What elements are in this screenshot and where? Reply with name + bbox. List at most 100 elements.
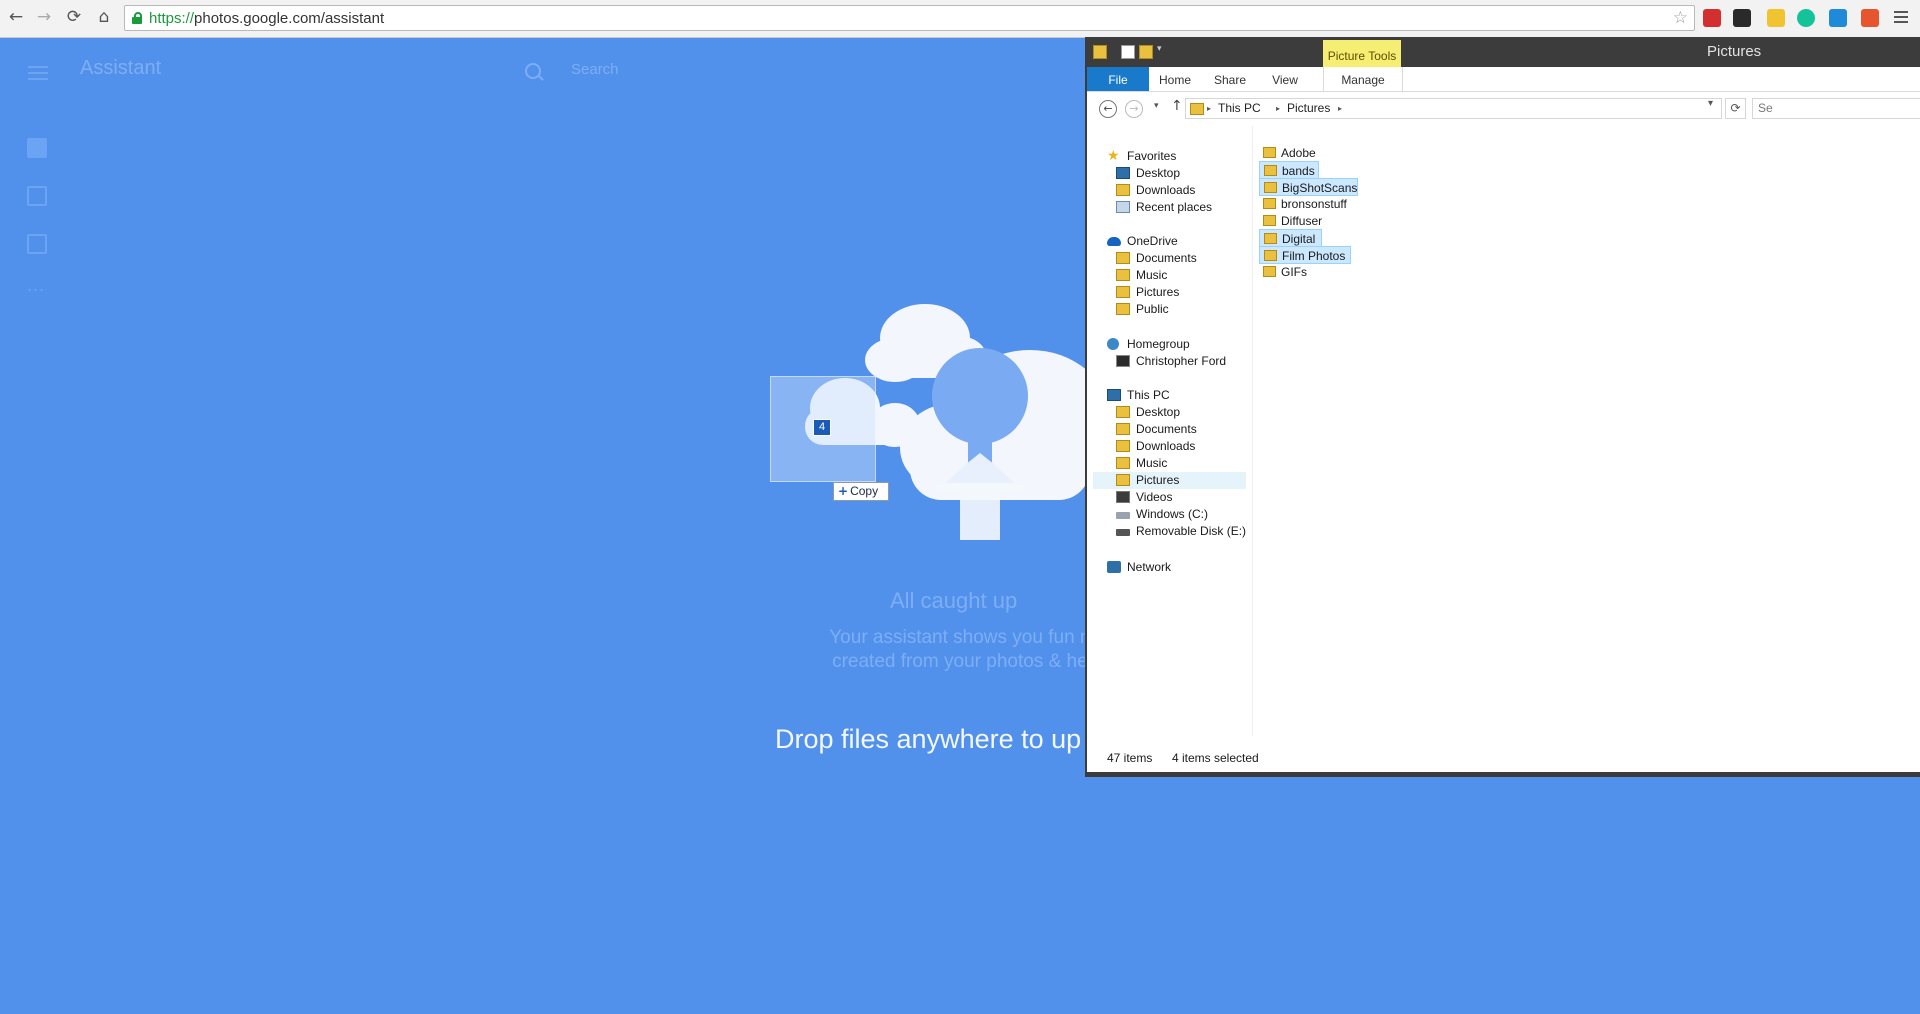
albums-icon[interactable]	[27, 234, 47, 254]
stop-extension-icon[interactable]	[1703, 9, 1721, 27]
bookmark-extension-icon[interactable]	[1767, 9, 1785, 27]
tab-home[interactable]: Home	[1149, 67, 1201, 91]
folder-item-adobe[interactable]: Adobe	[1259, 144, 1329, 162]
chevron-right-icon[interactable]: ▸	[1276, 99, 1280, 118]
picture-tools-context-tab: Picture Tools	[1323, 40, 1401, 67]
folder-item-film-photos[interactable]: Film Photos	[1259, 246, 1351, 264]
browser-toolbar: ← → ⟳ ⌂ https://photos.google.com/assist…	[0, 0, 1920, 38]
onedrive-cloud-icon	[1107, 237, 1121, 246]
page-title: Assistant	[80, 57, 162, 79]
recent-places-icon	[1116, 201, 1130, 213]
explorer-search-input[interactable]: Se	[1752, 98, 1920, 119]
chevron-right-icon[interactable]: ▸	[1207, 99, 1211, 118]
folder-icon	[1264, 233, 1277, 244]
breadcrumb-this-pc[interactable]: This PC	[1218, 99, 1261, 118]
computer-icon	[1107, 389, 1121, 401]
new-folder-icon[interactable]	[1139, 45, 1153, 59]
folder-icon	[1263, 266, 1276, 277]
tab-share[interactable]: Share	[1201, 67, 1259, 91]
breadcrumb-pictures[interactable]: Pictures	[1287, 99, 1330, 118]
homegroup-icon	[1107, 338, 1119, 350]
lock-icon	[132, 12, 142, 24]
folder-item-gifs[interactable]: GIFs	[1259, 263, 1319, 281]
downloads-folder-icon	[1116, 440, 1130, 452]
desktop-icon	[1116, 167, 1130, 179]
videos-folder-icon	[1116, 491, 1130, 503]
network-icon	[1107, 561, 1121, 573]
navigation-pane: ★ Favorites Desktop Downloads Recent plac…	[1087, 126, 1253, 736]
folder-icon	[1263, 198, 1276, 209]
more-icon[interactable]: ...	[27, 276, 47, 300]
selected-count: 4 items selected	[1172, 751, 1259, 765]
address-bar[interactable]: https://photos.google.com/assistant ☆	[124, 5, 1695, 31]
explorer-titlebar[interactable]: ▾ Picture Tools Pictures	[1087, 37, 1920, 67]
search-input[interactable]: Search	[571, 61, 619, 78]
file-list: Adobe bands BigShotScans bronsonstuff Di…	[1259, 126, 1909, 736]
network-extension-icon[interactable]	[1829, 9, 1847, 27]
drop-files-message: Drop files anywhere to up	[775, 724, 1082, 754]
browser-menu-icon[interactable]	[1894, 9, 1908, 23]
nav-pc-pictures[interactable]: Pictures	[1093, 472, 1246, 489]
folder-icon	[1116, 269, 1130, 281]
ribbon-tabs: File Home Share View Manage	[1087, 67, 1920, 92]
folder-icon	[1116, 303, 1130, 315]
grammarly-extension-icon[interactable]	[1797, 9, 1815, 27]
explorer-address-row: ← → ▾ ↑ ▸ This PC ▸ Pictures ▸ ▾ ⟳ Se	[1087, 92, 1920, 126]
folder-icon	[1093, 45, 1107, 59]
folder-item-diffuser[interactable]: Diffuser	[1259, 212, 1339, 230]
pictures-folder-icon	[1116, 474, 1130, 486]
file-explorer-window: ▾ Picture Tools Pictures File Home Share…	[1085, 37, 1920, 777]
forward-icon[interactable]: →	[1125, 100, 1143, 118]
copy-cursor-tooltip: + Copy	[833, 482, 889, 501]
home-icon[interactable]: ⌂	[94, 7, 114, 27]
up-folder-icon[interactable]: ↑	[1171, 98, 1183, 114]
user-avatar-icon	[1116, 355, 1130, 367]
color-picker-extension-icon[interactable]	[1861, 9, 1879, 27]
tab-file[interactable]: File	[1087, 67, 1149, 91]
caught-up-heading: All caught up	[890, 588, 1018, 613]
removable-drive-icon	[1116, 529, 1130, 536]
hard-drive-icon	[1116, 512, 1130, 519]
bookmark-star-icon[interactable]: ☆	[1673, 8, 1688, 28]
chevron-right-icon[interactable]: ▸	[1338, 99, 1342, 118]
explorer-address-bar[interactable]: ▸ This PC ▸ Pictures ▸	[1185, 98, 1722, 119]
quick-access-dropdown-icon[interactable]: ▾	[1157, 44, 1162, 54]
folder-icon	[1263, 147, 1276, 158]
item-count: 47 items	[1107, 751, 1153, 765]
reload-icon[interactable]: ⟳	[64, 7, 84, 27]
back-icon[interactable]: ←	[1099, 100, 1117, 118]
dark-reader-extension-icon[interactable]	[1733, 9, 1751, 27]
folder-item-bigshotscans[interactable]: BigShotScans	[1259, 178, 1358, 196]
status-bar: 47 items 4 items selected	[1087, 747, 1920, 769]
folder-icon	[1116, 286, 1130, 298]
plus-icon: +	[838, 484, 849, 498]
folder-item-bands[interactable]: bands	[1259, 161, 1319, 179]
properties-icon[interactable]	[1121, 45, 1135, 59]
url-text: https://photos.google.com/assistant	[149, 10, 385, 27]
main-menu-icon[interactable]	[28, 66, 48, 80]
music-folder-icon	[1116, 457, 1130, 469]
folder-item-digital[interactable]: Digital	[1259, 229, 1322, 247]
address-dropdown-icon[interactable]: ▾	[1708, 98, 1713, 109]
forward-icon[interactable]: →	[34, 7, 54, 27]
downloads-folder-icon	[1116, 184, 1130, 196]
window-title: Pictures	[1707, 43, 1762, 60]
tab-view[interactable]: View	[1259, 67, 1311, 91]
back-icon[interactable]: ←	[6, 7, 26, 27]
refresh-icon[interactable]: ⟳	[1725, 98, 1746, 119]
search-icon	[525, 63, 541, 79]
folder-icon	[1264, 182, 1277, 193]
pictures-folder-icon	[1190, 103, 1204, 115]
photos-search[interactable]: Search	[505, 50, 985, 90]
tab-manage[interactable]: Manage	[1323, 67, 1403, 91]
star-icon: ★	[1107, 148, 1120, 164]
documents-folder-icon	[1116, 423, 1130, 435]
recent-locations-dropdown-icon[interactable]: ▾	[1154, 101, 1159, 111]
folder-icon	[1116, 252, 1130, 264]
desktop-folder-icon	[1116, 406, 1130, 418]
folder-icon	[1263, 215, 1276, 226]
drag-count-badge: 4	[813, 419, 831, 436]
photos-icon[interactable]	[27, 186, 47, 206]
assistant-icon[interactable]	[27, 138, 47, 158]
folder-item-bronsonstuff[interactable]: bronsonstuff	[1259, 195, 1359, 213]
